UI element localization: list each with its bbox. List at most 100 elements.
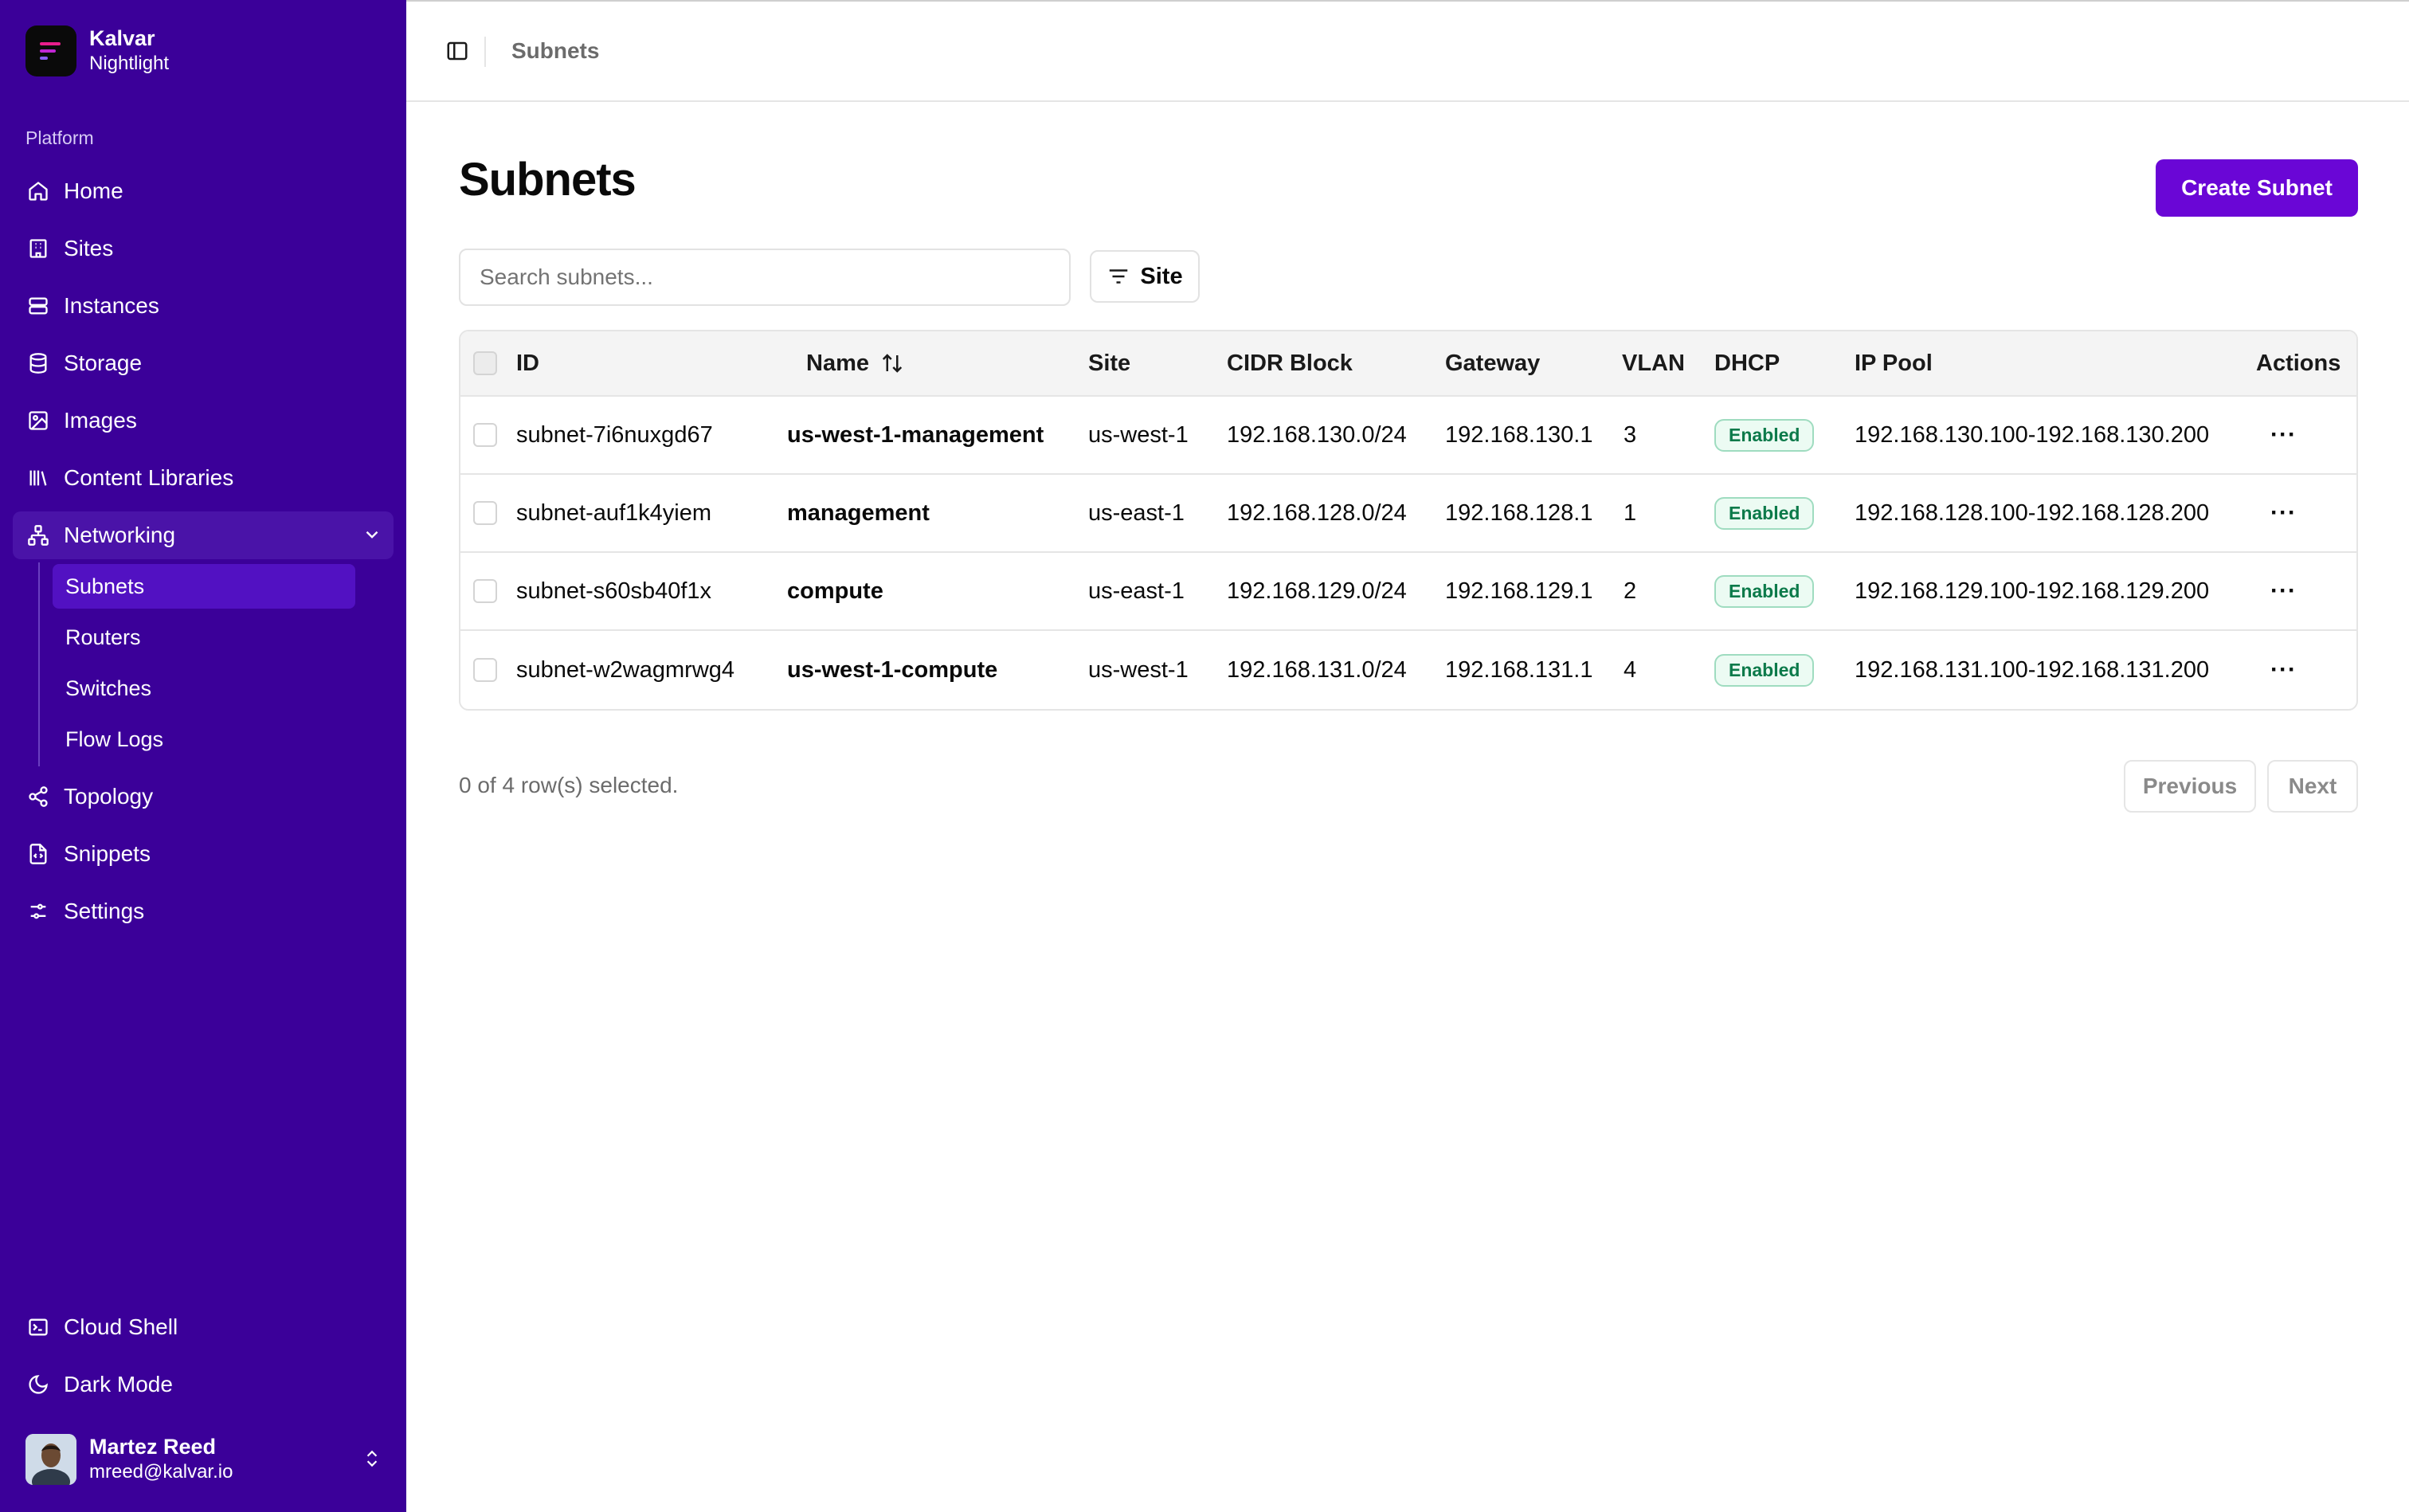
status-badge: Enabled: [1714, 496, 1815, 530]
sidebar-item-label: Settings: [64, 899, 145, 923]
panel-left-icon: [445, 39, 469, 67]
sidebar-item-networking[interactable]: Networking: [13, 511, 394, 559]
sidebar-item-home[interactable]: Home: [13, 167, 394, 215]
divider: [484, 37, 486, 67]
sidebar-subitem-switches[interactable]: Switches: [53, 666, 355, 711]
top-bar: Subnets: [406, 0, 2409, 102]
share-icon: [25, 784, 51, 809]
sidebar-item-label: Cloud Shell: [64, 1314, 178, 1339]
sidebar-item-dark-mode[interactable]: Dark Mode: [13, 1361, 394, 1408]
cell-vlan: 2: [1624, 578, 1637, 604]
cell-cidr: 192.168.128.0/24: [1227, 499, 1407, 526]
status-badge: Enabled: [1714, 574, 1815, 608]
cell-vlan: 4: [1624, 656, 1637, 683]
row-checkbox[interactable]: [473, 579, 497, 603]
brand-name: Kalvar: [89, 26, 155, 50]
cell-site: us-west-1: [1088, 421, 1189, 448]
row-checkbox[interactable]: [473, 658, 497, 682]
column-header-gateway: Gateway: [1445, 350, 1541, 376]
column-header-id: ID: [516, 350, 539, 376]
cell-cidr: 192.168.130.0/24: [1227, 421, 1407, 448]
cell-name: compute: [787, 578, 883, 604]
user-menu[interactable]: Martez Reed mreed@kalvar.io: [25, 1434, 392, 1485]
cell-vlan: 1: [1624, 499, 1637, 526]
row-actions-button[interactable]: ···: [2270, 475, 2297, 551]
avatar: [25, 1434, 76, 1485]
column-header-ip-pool: IP Pool: [1855, 350, 1933, 376]
column-header-name[interactable]: Name: [806, 331, 904, 395]
cell-gateway: 192.168.131.1: [1445, 656, 1593, 683]
sidebar-item-label: Images: [64, 408, 137, 433]
brand-subtitle: Nightlight: [89, 53, 170, 74]
table-row[interactable]: subnet-s60sb40f1x compute us-east-1 192.…: [460, 553, 2356, 631]
sidebar-item-topology[interactable]: Topology: [13, 773, 394, 821]
brand[interactable]: Kalvar Nightlight: [25, 25, 169, 76]
table-row[interactable]: subnet-auf1k4yiem management us-east-1 1…: [460, 475, 2356, 553]
previous-page-button[interactable]: Previous: [2124, 760, 2256, 813]
sidebar-item-cloud-shell[interactable]: Cloud Shell: [13, 1303, 394, 1351]
cell-name: us-west-1-compute: [787, 656, 998, 683]
selection-count: 0 of 4 row(s) selected.: [459, 773, 679, 797]
moon-icon: [25, 1372, 51, 1397]
cell-cidr: 192.168.129.0/24: [1227, 578, 1407, 604]
cell-id: subnet-auf1k4yiem: [516, 499, 712, 526]
column-header-vlan: VLAN: [1622, 350, 1685, 376]
status-badge: Enabled: [1714, 418, 1815, 452]
status-badge: Enabled: [1714, 653, 1815, 687]
row-actions-button[interactable]: ···: [2270, 397, 2297, 473]
sidebar-item-storage[interactable]: Storage: [13, 339, 394, 387]
sidebar-item-label: Home: [64, 178, 123, 203]
sidebar-subitem-flow-logs[interactable]: Flow Logs: [53, 717, 355, 762]
sidebar-item-snippets[interactable]: Snippets: [13, 830, 394, 878]
sidebar-item-instances[interactable]: Instances: [13, 282, 394, 330]
filter-icon: [1107, 264, 1130, 288]
column-header-site: Site: [1088, 350, 1131, 376]
section-label: Platform: [25, 127, 94, 148]
sidebar-item-label: Storage: [64, 351, 143, 375]
cell-site: us-east-1: [1088, 499, 1185, 526]
sidebar-item-images[interactable]: Images: [13, 397, 394, 445]
table-row[interactable]: subnet-7i6nuxgd67 us-west-1-management u…: [460, 397, 2356, 475]
row-checkbox[interactable]: [473, 423, 497, 447]
cell-id: subnet-w2wagmrwg4: [516, 656, 735, 683]
search-input[interactable]: [459, 249, 1071, 306]
sidebar-item-label: Instances: [64, 293, 159, 318]
sidebar-item-label: Content Libraries: [64, 465, 234, 490]
column-header-dhcp: DHCP: [1714, 350, 1780, 376]
sidebar-item-settings[interactable]: Settings: [13, 887, 394, 935]
cell-gateway: 192.168.128.1: [1445, 499, 1593, 526]
sidebar-subitem-subnets[interactable]: Subnets: [53, 564, 355, 609]
create-subnet-button[interactable]: Create Subnet: [2156, 159, 2358, 217]
cell-ip-pool: 192.168.128.100-192.168.128.200: [1855, 499, 2210, 526]
row-actions-button[interactable]: ···: [2270, 553, 2297, 629]
cell-id: subnet-7i6nuxgd67: [516, 421, 713, 448]
cell-site: us-west-1: [1088, 656, 1189, 683]
chevron-down-icon: [362, 524, 382, 550]
sidebar-item-label: Dark Mode: [64, 1372, 173, 1396]
cell-ip-pool: 192.168.130.100-192.168.130.200: [1855, 421, 2210, 448]
row-checkbox[interactable]: [473, 501, 497, 525]
server-icon: [25, 293, 51, 319]
row-actions-button[interactable]: ···: [2270, 631, 2297, 709]
cell-cidr: 192.168.131.0/24: [1227, 656, 1407, 683]
select-all-checkbox[interactable]: [473, 351, 497, 375]
sidebar-item-sites[interactable]: Sites: [13, 225, 394, 272]
column-header-label: Name: [806, 350, 869, 376]
image-icon: [25, 408, 51, 433]
breadcrumb: Subnets: [511, 38, 600, 63]
sidebar-toggle-button[interactable]: [435, 37, 480, 69]
next-page-button[interactable]: Next: [2267, 760, 2358, 813]
sidebar-item-content-libraries[interactable]: Content Libraries: [13, 454, 394, 502]
sort-icon: [880, 351, 904, 375]
cell-ip-pool: 192.168.131.100-192.168.131.200: [1855, 656, 2210, 683]
cell-gateway: 192.168.129.1: [1445, 578, 1593, 604]
sidebar-subitem-routers[interactable]: Routers: [53, 615, 355, 660]
home-icon: [25, 178, 51, 204]
column-header-cidr: CIDR Block: [1227, 350, 1353, 376]
building-icon: [25, 236, 51, 261]
network-icon: [25, 523, 51, 548]
site-filter-button[interactable]: Site: [1090, 250, 1200, 303]
subnets-table: ID Name Site CIDR Block Gateway VLAN DHC…: [459, 330, 2358, 711]
sidebar-item-label: Sites: [64, 236, 114, 260]
table-row[interactable]: subnet-w2wagmrwg4 us-west-1-compute us-w…: [460, 631, 2356, 709]
